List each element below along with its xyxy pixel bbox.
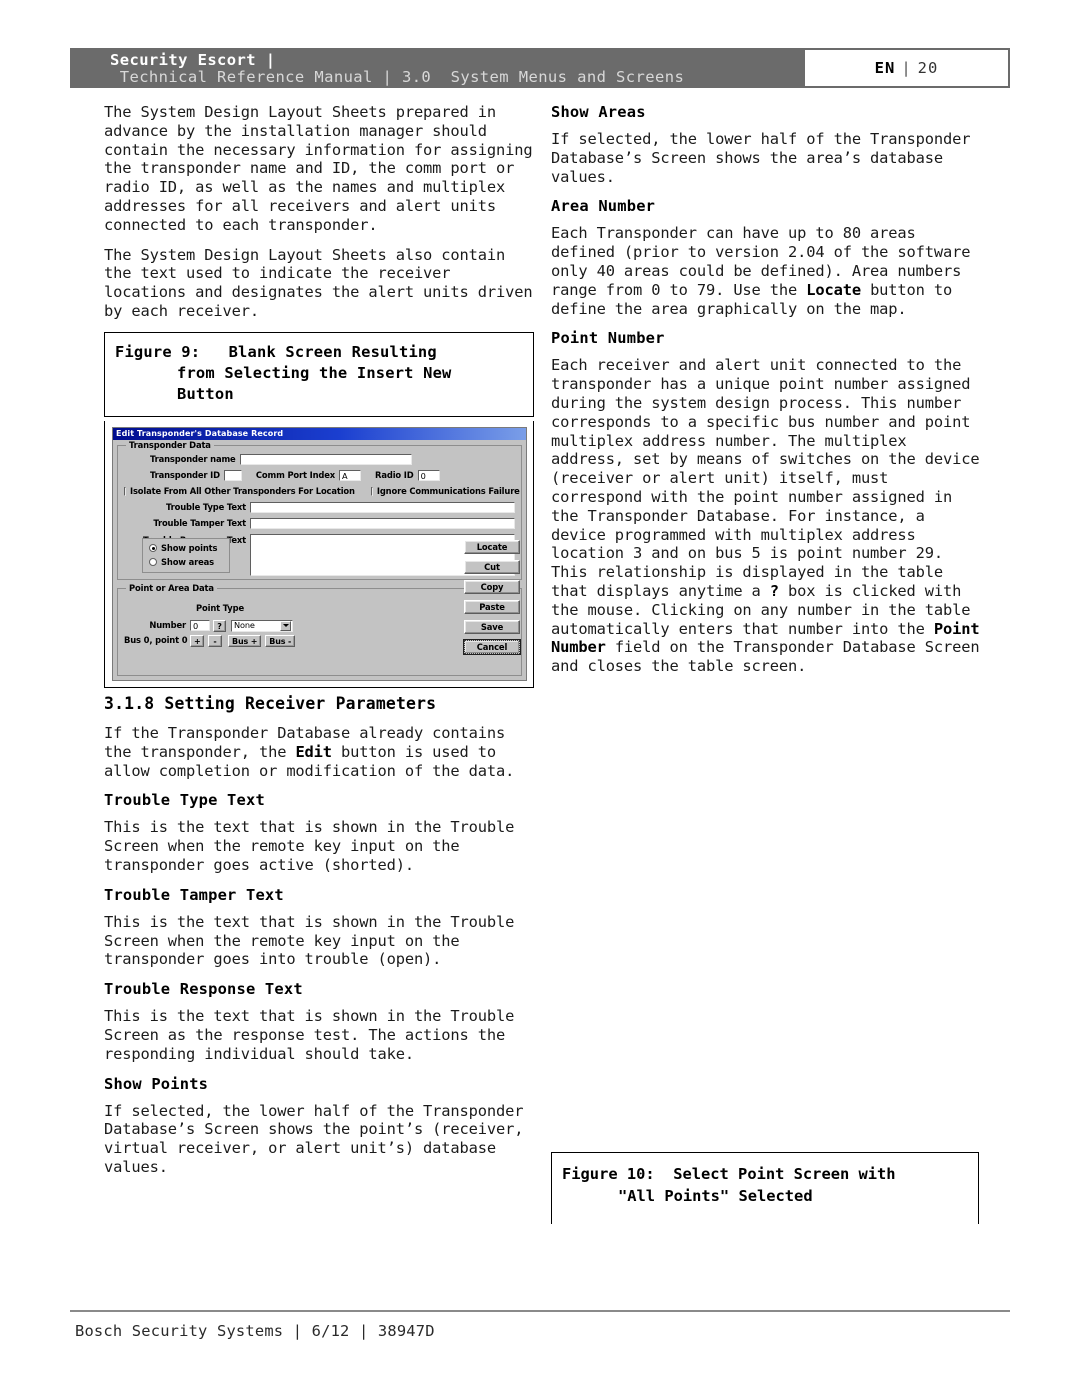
transponder-id-label: Transponder ID — [150, 469, 220, 480]
bus-decrement-button[interactable]: Bus - — [265, 634, 296, 647]
radio-show-areas-label: Show areas — [161, 556, 214, 567]
figure-9-image-frame: Edit Transponder's Database Record Trans… — [104, 420, 534, 689]
point-number-text-c: field on the Transponder Database Screen… — [551, 638, 980, 676]
radio-show-points[interactable]: Show points — [149, 543, 221, 554]
radio-id-input[interactable]: 0 — [417, 469, 440, 481]
save-button[interactable]: Save — [464, 619, 520, 634]
bus-increment-button[interactable]: Bus + — [228, 634, 262, 647]
page-number: 20 — [917, 59, 939, 77]
row-transponder-name: Transponder name — [124, 453, 515, 465]
edit-transponder-dialog: Edit Transponder's Database Record Trans… — [112, 426, 527, 682]
row-point-number: Number 0 ? None — [124, 619, 515, 632]
row-trouble-tamper: Trouble Tamper Text — [124, 517, 515, 529]
figure-9-caption-line-1: Figure 9: Blank Screen Resulting — [115, 342, 437, 361]
paragraph-show-points: If selected, the lower half of the Trans… — [104, 1101, 524, 1177]
locate-bold-term: Locate — [806, 280, 861, 299]
transponder-id-input[interactable] — [223, 469, 242, 481]
figure-9-caption-box: Figure 9: Blank Screen Resulting from Se… — [104, 331, 534, 417]
transponder-data-group: Transponder Data Transponder name Transp… — [117, 439, 522, 581]
isolate-label: Isolate From All Other Transponders For … — [130, 485, 355, 496]
point-number-input[interactable]: 0 — [190, 620, 210, 632]
figure-10-caption-box: Figure 10: Select Point Screen with "All… — [551, 1152, 979, 1224]
cancel-button[interactable]: Cancel — [464, 639, 520, 654]
radio-show-points-indicator — [149, 544, 157, 553]
transponder-name-input[interactable] — [239, 453, 412, 465]
subhead-show-areas: Show Areas — [551, 103, 646, 121]
point-decrement-button[interactable]: - — [208, 634, 222, 647]
number-label: Number — [149, 620, 186, 631]
subhead-show-points: Show Points — [104, 1074, 209, 1093]
point-increment-button[interactable]: + — [190, 634, 204, 647]
trouble-type-text-label: Trouble Type Text — [165, 501, 246, 512]
cut-button[interactable]: Cut — [464, 559, 520, 574]
comm-port-index-input[interactable]: A — [339, 469, 362, 481]
transponder-name-label: Transponder name — [150, 453, 236, 464]
left-column: The System Design Layout Sheets prepared… — [104, 103, 534, 1177]
point-type-combo-value: None — [234, 620, 255, 631]
right-column: Show Areas If selected, the lower half o… — [551, 103, 981, 676]
point-type-combo[interactable]: None — [231, 619, 293, 632]
paragraph-show-areas: If selected, the lower half of the Trans… — [551, 130, 971, 186]
trouble-tamper-text-input[interactable] — [250, 517, 515, 529]
bus-point-label: Bus 0, point 0 — [124, 635, 188, 646]
isolate-checkbox[interactable] — [124, 486, 126, 496]
paragraph-trouble-tamper-text: This is the text that is shown in the Tr… — [104, 912, 515, 969]
paragraph-section-3-1-8: If the Transponder Database already cont… — [104, 724, 534, 780]
section-heading-3-1-8: 3.1.8 Setting Receiver Parameters — [104, 694, 437, 714]
page-header: Security Escort | Technical Reference Ma… — [70, 48, 1010, 88]
figure-9-caption-line-3: Button — [177, 384, 234, 403]
figure-10-caption-line-2: "All Points" Selected — [618, 1187, 813, 1205]
dialog-action-buttons: Locate Cut Copy Paste Save Cancel — [464, 539, 520, 654]
row-ids: Transponder ID Comm Port Index A Radio I… — [124, 469, 515, 481]
point-area-data-group: Point or Area Data Point Type Number 0 ?… — [117, 583, 522, 677]
figure-10-caption-line-1: Figure 10: Select Point Screen with — [562, 1165, 896, 1183]
chevron-down-icon — [280, 620, 291, 631]
paragraph-trouble-type-text: This is the text that is shown in the Tr… — [104, 818, 515, 875]
paragraph-system-design-1: The System Design Layout Sheets prepared… — [104, 103, 533, 234]
header-page-indicator: EN | 20 — [805, 48, 1010, 88]
subhead-trouble-response-text: Trouble Response Text — [104, 980, 303, 999]
subhead-trouble-type-text: Trouble Type Text — [104, 791, 265, 810]
radio-id-label: Radio ID — [375, 469, 414, 480]
footer-divider — [70, 1310, 1010, 1312]
point-number-text-a: Each receiver and alert unit connected t… — [551, 356, 980, 600]
paragraph-trouble-response-text: This is the text that is shown in the Tr… — [104, 1007, 515, 1063]
paragraph-point-number: Each receiver and alert unit connected t… — [551, 356, 981, 676]
point-number-help-button[interactable]: ? — [213, 619, 226, 632]
footer-text: Bosch Security Systems | 6/12 | 38947D — [75, 1322, 435, 1340]
edit-bold-term: Edit — [295, 742, 332, 761]
header-brand: Security Escort | — [110, 51, 276, 69]
locate-button[interactable]: Locate — [464, 539, 520, 554]
radio-show-areas-indicator — [149, 558, 157, 567]
ignore-comm-failure-label: Ignore Communications Failure — [376, 485, 520, 496]
ignore-comm-failure-checkbox[interactable] — [370, 486, 373, 496]
paragraph-system-design-2: The System Design Layout Sheets also con… — [104, 245, 533, 320]
question-box-bold-term: ? — [769, 581, 779, 600]
subhead-trouble-tamper-text: Trouble Tamper Text — [104, 885, 284, 904]
dialog-title-bar: Edit Transponder's Database Record — [113, 427, 526, 440]
header-subtitle: Technical Reference Manual | 3.0 System … — [110, 68, 685, 86]
point-type-label: Point Type — [196, 603, 244, 614]
subhead-area-number: Area Number — [551, 197, 656, 216]
transponder-data-legend: Transponder Data — [126, 439, 214, 450]
paste-button[interactable]: Paste — [464, 599, 520, 614]
header-title-bar: Security Escort | Technical Reference Ma… — [70, 48, 805, 88]
header-language: EN — [874, 59, 896, 77]
copy-button[interactable]: Copy — [464, 579, 520, 594]
trouble-type-text-input[interactable] — [250, 501, 515, 513]
paragraph-area-number: Each Transponder can have up to 80 areas… — [551, 224, 981, 318]
point-area-data-legend: Point or Area Data — [126, 583, 217, 594]
header-separator: | — [901, 59, 912, 77]
row-checkboxes: Isolate From All Other Transponders For … — [124, 485, 520, 497]
radio-show-areas[interactable]: Show areas — [149, 557, 221, 568]
comm-port-index-label: Comm Port Index — [255, 469, 336, 480]
subhead-point-number: Point Number — [551, 329, 665, 348]
row-trouble-type: Trouble Type Text — [124, 501, 515, 513]
row-bus-point: Bus 0, point 0 + - Bus + Bus - — [124, 634, 515, 647]
figure-9-caption-line-2: from Selecting the Insert New — [177, 363, 452, 382]
radio-show-points-label: Show points — [161, 542, 218, 553]
trouble-tamper-text-label: Trouble Tamper Text — [153, 517, 246, 528]
document-page: Security Escort | Technical Reference Ma… — [0, 0, 1080, 1397]
